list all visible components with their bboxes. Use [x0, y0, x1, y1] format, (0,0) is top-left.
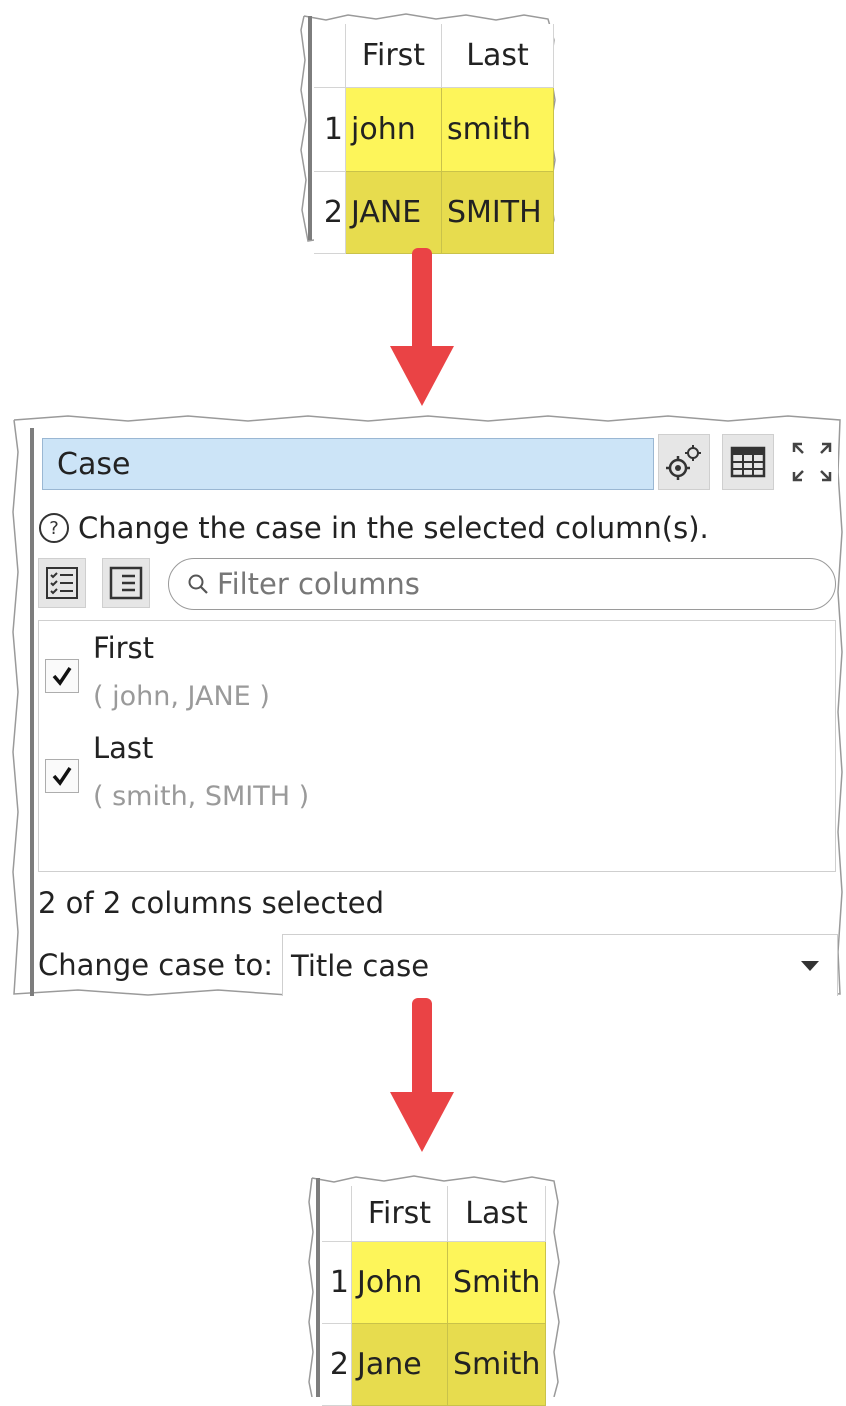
header-first: First — [352, 1186, 448, 1242]
row-number: 2 — [314, 172, 346, 254]
table-left-edge — [308, 16, 312, 240]
selection-status: 2 of 2 columns selected — [38, 886, 385, 920]
gears-icon — [666, 445, 701, 480]
help-icon[interactable]: ? — [38, 512, 70, 544]
filter-input[interactable] — [215, 566, 779, 602]
help-row: ? Change the case in the selected column… — [38, 508, 709, 548]
search-icon — [188, 574, 208, 594]
column-checkbox[interactable] — [45, 759, 79, 793]
chevron-down-icon — [801, 961, 819, 971]
panel-left-edge — [30, 428, 34, 996]
check-all-button[interactable] — [38, 558, 86, 608]
table-cell: Jane — [352, 1324, 448, 1406]
maximize-icon — [792, 442, 832, 482]
input-grid: First Last 1 john smith 2 JANE SMITH — [314, 24, 554, 254]
table-cell: John — [352, 1242, 448, 1324]
table-cell: john — [346, 88, 442, 172]
input-table: First Last 1 john smith 2 JANE SMITH — [296, 10, 560, 254]
row-number: 1 — [314, 88, 346, 172]
table-view-button[interactable] — [722, 434, 774, 490]
down-arrow-icon — [390, 998, 454, 1152]
uncheck-all-button[interactable] — [102, 558, 150, 608]
panel-description: Change the case in the selected column(s… — [78, 511, 709, 545]
settings-button[interactable] — [658, 434, 710, 490]
checkmark-icon — [52, 667, 72, 686]
table-left-edge — [316, 1178, 320, 1397]
column-name: Last — [93, 731, 154, 765]
corner-cell — [314, 24, 346, 88]
column-sample: ( smith, SMITH ) — [93, 781, 310, 812]
header-last: Last — [442, 24, 554, 88]
table-cell: JANE — [346, 172, 442, 254]
table-cell: smith — [442, 88, 554, 172]
case-dropdown[interactable]: Title case — [282, 934, 838, 996]
down-arrow-icon — [390, 248, 454, 406]
checkmark-icon — [52, 767, 72, 786]
header-first: First — [346, 24, 442, 88]
filter-field[interactable] — [168, 558, 836, 610]
output-table: First Last 1 John Smith 2 Jane Smith — [304, 1172, 562, 1406]
column-name: First — [93, 631, 155, 665]
row-number: 1 — [322, 1242, 352, 1324]
output-grid: First Last 1 John Smith 2 Jane Smith — [322, 1186, 546, 1406]
case-label: Change case to: — [38, 948, 274, 982]
column-sample: ( john, JANE ) — [93, 681, 270, 712]
svg-text:?: ? — [49, 518, 59, 539]
list-icon — [109, 566, 143, 600]
column-list: First ( john, JANE ) Last ( smith, SMITH… — [38, 620, 836, 872]
checklist-icon — [46, 567, 78, 599]
row-number: 2 — [322, 1324, 352, 1406]
table-icon — [730, 446, 766, 478]
panel-title: Case — [42, 438, 654, 490]
table-cell: Smith — [448, 1242, 546, 1324]
case-value: Title case — [291, 948, 430, 983]
maximize-button[interactable] — [786, 434, 838, 490]
column-checkbox[interactable] — [45, 659, 79, 693]
case-panel: Case ? Change the case in the selected c… — [8, 412, 844, 996]
header-last: Last — [448, 1186, 546, 1242]
table-cell: Smith — [448, 1324, 546, 1406]
table-cell: SMITH — [442, 172, 554, 254]
corner-cell — [322, 1186, 352, 1242]
